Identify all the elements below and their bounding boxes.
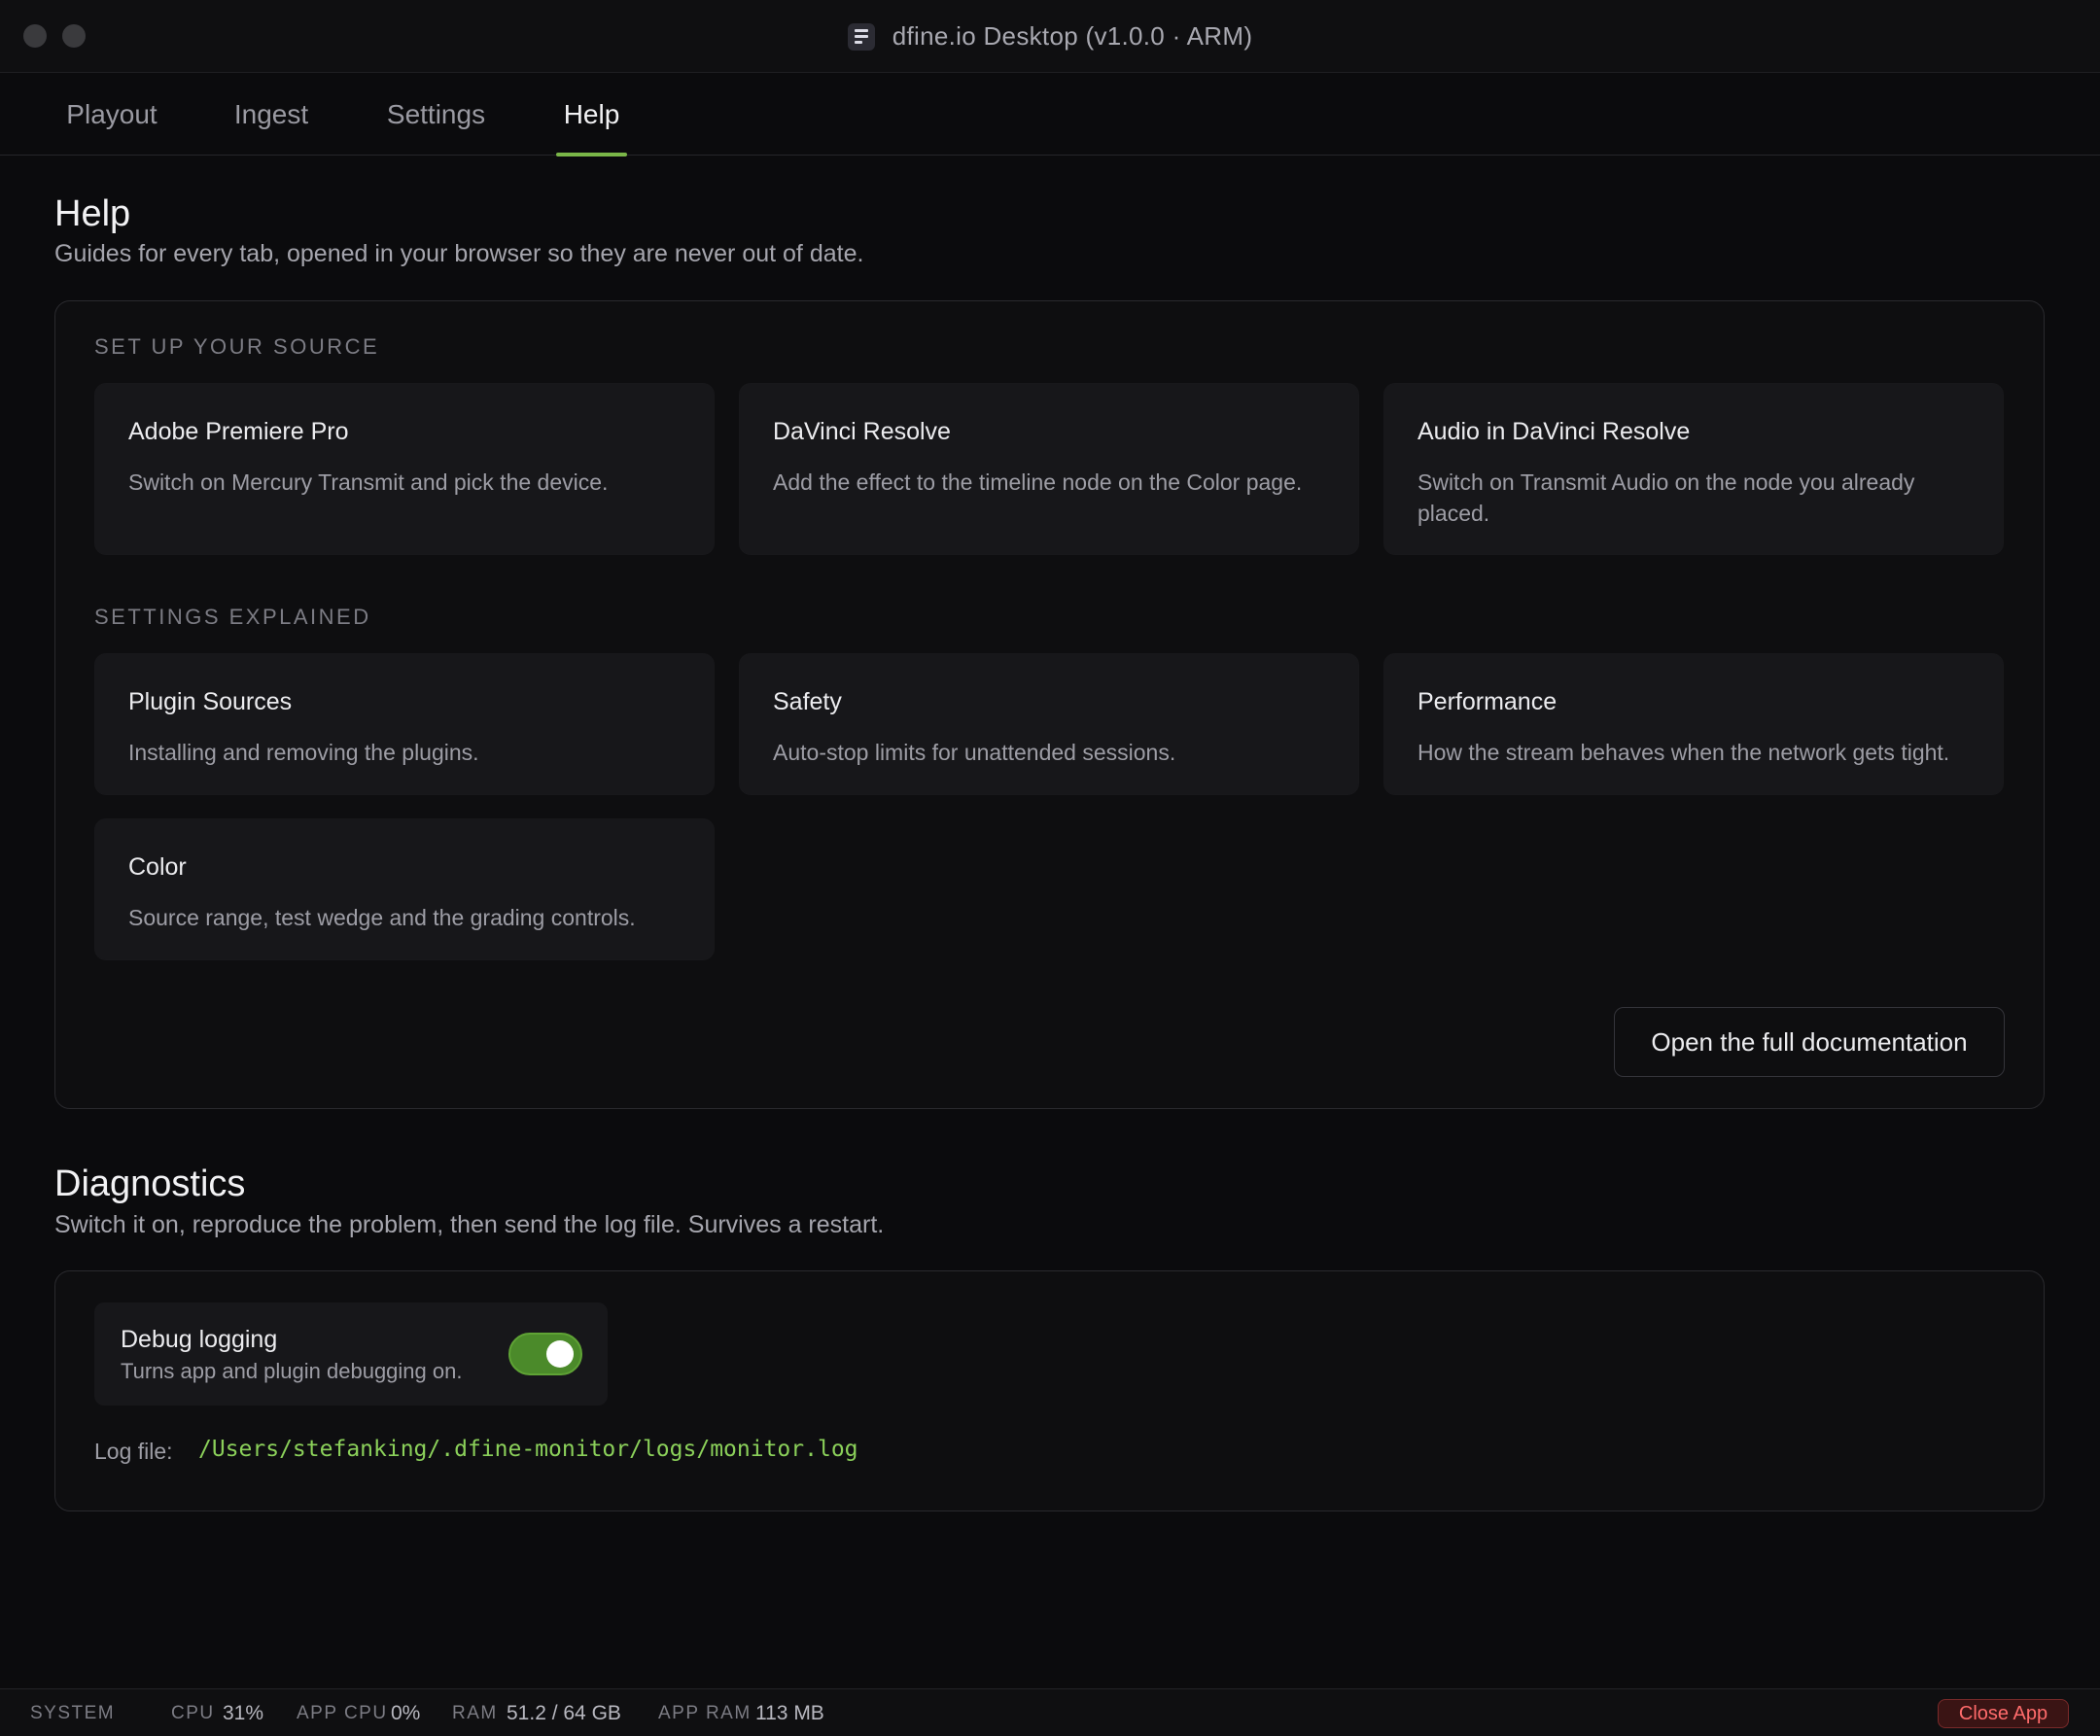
close-app-button[interactable]: Close App	[1938, 1699, 2069, 1728]
card-safety[interactable]: Safety Auto-stop limits for unattended s…	[739, 653, 1359, 795]
debug-logging-description: Turns app and plugin debugging on.	[121, 1359, 463, 1383]
status-ram-value: 51.2 / 64 GB	[507, 1701, 621, 1724]
card-description: How the stream behaves when the network …	[1418, 740, 1950, 765]
tab-settings[interactable]: Settings	[379, 73, 493, 156]
debug-logging-label: Debug logging	[121, 1326, 278, 1353]
card-title: Adobe Premiere Pro	[128, 418, 349, 445]
log-file-label: Log file:	[94, 1439, 173, 1464]
status-app-ram-value: 113 MB	[755, 1701, 824, 1724]
status-ram-label: RAM	[452, 1702, 498, 1723]
card-description: Switch on Transmit Audio on the node you…	[1418, 469, 1915, 526]
card-adobe-premiere-pro[interactable]: Adobe Premiere Pro Switch on Mercury Tra…	[94, 383, 715, 555]
card-title: Performance	[1418, 688, 1558, 715]
status-bar: SYSTEM CPU 31% APP CPU 0% RAM 51.2 / 64 …	[0, 1688, 2100, 1736]
title-bar: dfine.io Desktop (v1.0.0 · ARM)	[0, 0, 2100, 73]
card-title: Plugin Sources	[128, 688, 293, 715]
debug-logging-toggle[interactable]	[508, 1333, 582, 1375]
card-plugin-sources[interactable]: Plugin Sources Installing and removing t…	[94, 653, 715, 795]
status-app-ram-label: APP RAM	[658, 1702, 752, 1723]
help-subtitle: Guides for every tab, opened in your bro…	[54, 240, 864, 267]
card-description: Add the effect to the timeline node on t…	[773, 469, 1303, 495]
diagnostics-subtitle: Switch it on, reproduce the problem, the…	[54, 1211, 885, 1238]
help-title: Help	[54, 193, 131, 234]
open-documentation-button[interactable]: Open the full documentation	[1614, 1007, 2005, 1077]
status-cpu-value: 31%	[223, 1701, 264, 1724]
diagnostics-title: Diagnostics	[54, 1163, 246, 1204]
card-title: DaVinci Resolve	[773, 418, 951, 445]
group-label-setup: SET UP YOUR SOURCE	[94, 334, 380, 359]
status-system-label: SYSTEM	[30, 1702, 116, 1723]
card-performance[interactable]: Performance How the stream behaves when …	[1383, 653, 2004, 795]
group-label-settings: SETTINGS EXPLAINED	[94, 605, 371, 629]
tab-help[interactable]: Help	[556, 73, 627, 156]
card-title: Audio in DaVinci Resolve	[1418, 418, 1691, 445]
card-davinci-resolve[interactable]: DaVinci Resolve Add the effect to the ti…	[739, 383, 1359, 555]
status-cpu-label: CPU	[171, 1702, 215, 1723]
card-title: Color	[128, 853, 187, 881]
window-title: dfine.io Desktop (v1.0.0 · ARM)	[892, 21, 1253, 51]
main-tabs: Playout Ingest Settings Help	[0, 73, 2100, 156]
window-title-group: dfine.io Desktop (v1.0.0 · ARM)	[0, 0, 2100, 73]
tab-ingest[interactable]: Ingest	[223, 73, 320, 156]
card-audio-davinci-resolve[interactable]: Audio in DaVinci Resolve Switch on Trans…	[1383, 383, 2004, 555]
card-title: Safety	[773, 688, 842, 715]
card-description: Switch on Mercury Transmit and pick the …	[128, 469, 609, 495]
toggle-knob	[546, 1340, 574, 1368]
tab-playout[interactable]: Playout	[53, 73, 170, 156]
debug-logging-row: Debug logging Turns app and plugin debug…	[94, 1302, 608, 1406]
log-file-path[interactable]: /Users/stefanking/.dfine-monitor/logs/mo…	[198, 1437, 858, 1462]
card-description: Installing and removing the plugins.	[128, 740, 479, 765]
status-app-cpu-label: APP CPU	[297, 1702, 388, 1723]
card-description: Auto-stop limits for unattended sessions…	[773, 740, 1176, 765]
card-color[interactable]: Color Source range, test wedge and the g…	[94, 818, 715, 960]
card-description: Source range, test wedge and the grading…	[128, 905, 636, 930]
app-logo-icon	[847, 22, 875, 51]
status-app-cpu-value: 0%	[391, 1701, 421, 1724]
